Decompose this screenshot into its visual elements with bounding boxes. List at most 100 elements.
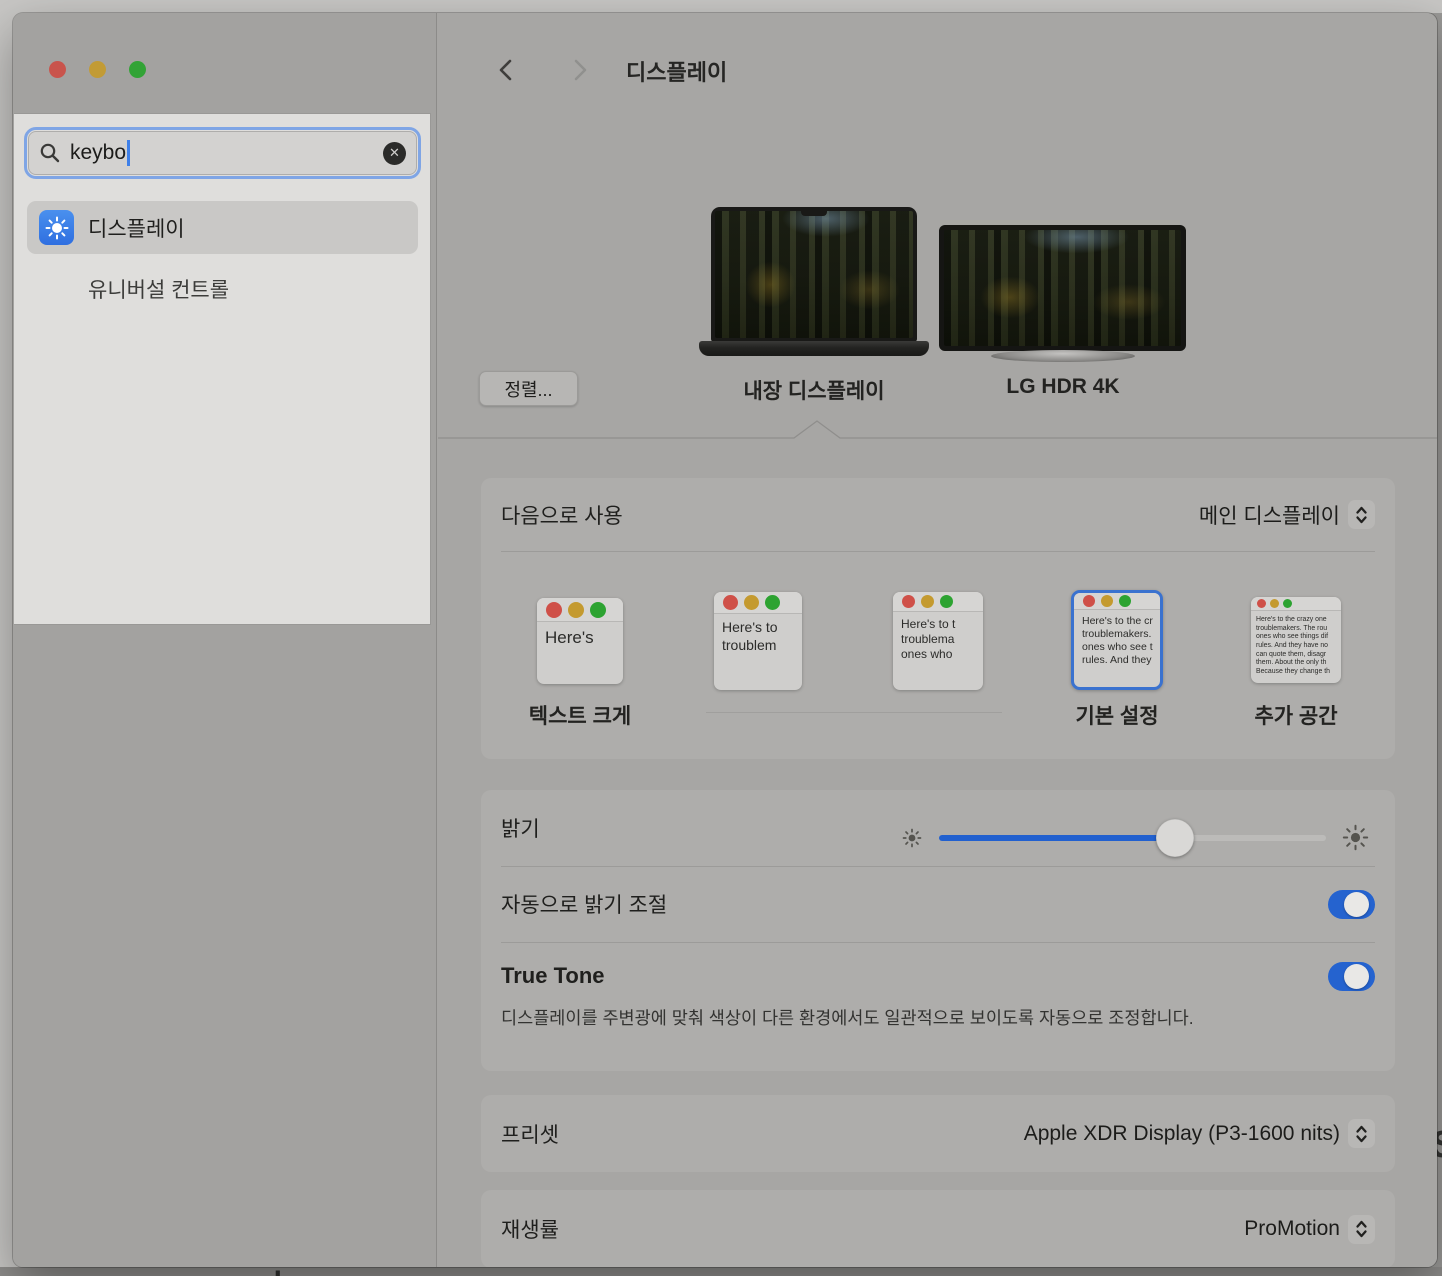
mini-window-titlebar <box>1074 593 1160 610</box>
mini-zoom-icon <box>940 595 953 608</box>
mini-minimize-icon <box>1270 599 1279 608</box>
monitor-stand <box>991 350 1135 362</box>
brightness-bright-icon <box>1342 824 1369 851</box>
mini-close-icon <box>902 595 915 608</box>
mini-window-text: Here's to t troublema ones who <box>893 612 983 662</box>
brightness-slider-fill <box>939 835 1175 841</box>
refresh-rate-value: ProMotion <box>1244 1217 1340 1241</box>
search-result-label: 유니버설 컨트롤 <box>88 274 229 304</box>
page-title: 디스플레이 <box>626 55 727 87</box>
close-button[interactable] <box>49 61 66 78</box>
brightness-label: 밝기 <box>501 813 540 843</box>
search-result-label: 디스플레이 <box>88 213 185 243</box>
text-cursor <box>127 140 130 166</box>
brightness-slider-knob[interactable] <box>1156 819 1194 857</box>
mini-window-titlebar <box>893 592 983 612</box>
search-input[interactable]: keybo ✕ <box>24 127 421 179</box>
traffic-lights <box>49 61 146 78</box>
preset-value: Apple XDR Display (P3-1600 nits) <box>1024 1122 1340 1146</box>
mini-minimize-icon <box>1101 595 1113 607</box>
mini-zoom-icon <box>1283 599 1292 608</box>
display-brightness-icon <box>39 210 74 245</box>
mini-minimize-icon <box>744 595 759 610</box>
laptop-base <box>699 341 929 356</box>
laptop-notch <box>801 211 827 216</box>
scaling-group-divider <box>706 712 1002 713</box>
scaling-label-more-space: 추가 공간 <box>1216 700 1376 730</box>
mini-zoom-icon <box>765 595 780 610</box>
use-as-label: 다음으로 사용 <box>501 500 623 530</box>
toggle-knob <box>1344 892 1369 917</box>
clear-search-button[interactable]: ✕ <box>383 142 406 165</box>
brightness-dim-icon <box>902 828 922 848</box>
mini-close-icon <box>1257 599 1266 608</box>
scaling-option-larger-text[interactable]: Here's <box>537 598 623 684</box>
external-display-wallpaper <box>944 230 1181 346</box>
mini-minimize-icon <box>921 595 934 608</box>
search-icon <box>39 142 61 164</box>
mini-window-text: Here's to troublem <box>714 614 802 654</box>
scaling-option-2[interactable]: Here's to troublem <box>714 592 802 690</box>
mini-close-icon <box>546 602 562 618</box>
builtin-display-wallpaper <box>715 211 913 338</box>
updown-chevrons-icon <box>1354 505 1369 525</box>
use-as-dropdown[interactable] <box>1348 500 1375 529</box>
mini-zoom-icon <box>590 602 606 618</box>
true-tone-toggle[interactable] <box>1328 962 1375 991</box>
mini-window-titlebar <box>714 592 802 614</box>
mini-window-text: Here's <box>537 622 623 648</box>
refresh-rate-label: 재생률 <box>501 1214 559 1244</box>
search-results-panel: keybo ✕ 디스플레이 <box>14 113 431 625</box>
auto-brightness-label: 자동으로 밝기 조절 <box>501 889 667 919</box>
minimize-button[interactable] <box>89 61 106 78</box>
preset-row: 프리셋 Apple XDR Display (P3-1600 nits) <box>481 1095 1395 1172</box>
sidebar: keybo ✕ 디스플레이 <box>13 13 437 1267</box>
true-tone-row: True Tone <box>481 950 1395 1002</box>
updown-chevrons-icon <box>1354 1124 1369 1144</box>
preset-card: 프리셋 Apple XDR Display (P3-1600 nits) <box>481 1095 1395 1172</box>
updown-chevrons-icon <box>1354 1219 1369 1239</box>
preset-label: 프리셋 <box>501 1119 559 1149</box>
search-result-universal-control[interactable]: 유니버설 컨트롤 <box>39 269 419 309</box>
brightness-row: 밝기 <box>481 790 1395 866</box>
divider <box>501 942 1375 943</box>
system-settings-window: keybo ✕ 디스플레이 <box>13 13 1437 1267</box>
refresh-rate-card: 재생률 ProMotion <box>481 1190 1395 1267</box>
resolution-card: 다음으로 사용 메인 디스플레이 Here's Here's to troubl… <box>481 478 1395 759</box>
zoom-button[interactable] <box>129 61 146 78</box>
mini-window-titlebar <box>537 598 623 622</box>
builtin-display-label: 내장 디스플레이 <box>694 375 934 405</box>
external-display-label: LG HDR 4K <box>943 375 1183 399</box>
forward-button[interactable] <box>566 57 592 83</box>
brightness-card: 밝기 <box>481 790 1395 1071</box>
divider <box>501 551 1375 552</box>
refresh-rate-row: 재생률 ProMotion <box>481 1190 1395 1267</box>
mini-window-text: Here's to the crazy one troublemakers. T… <box>1251 611 1341 676</box>
auto-brightness-toggle[interactable] <box>1328 890 1375 919</box>
scaling-label-larger-text: 텍스트 크게 <box>500 700 660 730</box>
back-button[interactable] <box>494 57 520 83</box>
mini-minimize-icon <box>568 602 584 618</box>
preset-dropdown[interactable] <box>1348 1119 1375 1148</box>
mini-close-icon <box>723 595 738 610</box>
scaling-label-default: 기본 설정 <box>1037 700 1197 730</box>
arrange-button[interactable]: 정렬... <box>479 371 578 406</box>
search-result-display[interactable]: 디스플레이 <box>27 201 418 254</box>
mini-window-titlebar <box>1251 597 1341 611</box>
main-panel: 디스플레이 내장 디스플레이 LG HDR 4K 정렬... 다음으로 사용 메… <box>438 13 1437 1267</box>
brightness-slider[interactable] <box>939 835 1326 841</box>
refresh-rate-dropdown[interactable] <box>1348 1215 1375 1244</box>
toggle-knob <box>1344 964 1369 989</box>
scaling-option-more-space[interactable]: Here's to the crazy one troublemakers. T… <box>1251 597 1341 683</box>
use-as-row: 다음으로 사용 메인 디스플레이 <box>481 478 1395 551</box>
mini-close-icon <box>1083 595 1095 607</box>
builtin-display-thumbnail[interactable] <box>711 207 917 342</box>
scaling-option-3[interactable]: Here's to t troublema ones who <box>893 592 983 690</box>
search-input-value: keybo <box>70 141 126 165</box>
external-display-thumbnail[interactable] <box>939 225 1186 351</box>
selected-display-notch-divider <box>438 419 1437 439</box>
true-tone-label: True Tone <box>501 963 605 989</box>
background-terminal-text: ssn-keygen <box>208 1266 383 1276</box>
scaling-option-default-selected[interactable]: Here's to the cr troublemakers. ones who… <box>1071 590 1163 690</box>
mini-zoom-icon <box>1119 595 1131 607</box>
